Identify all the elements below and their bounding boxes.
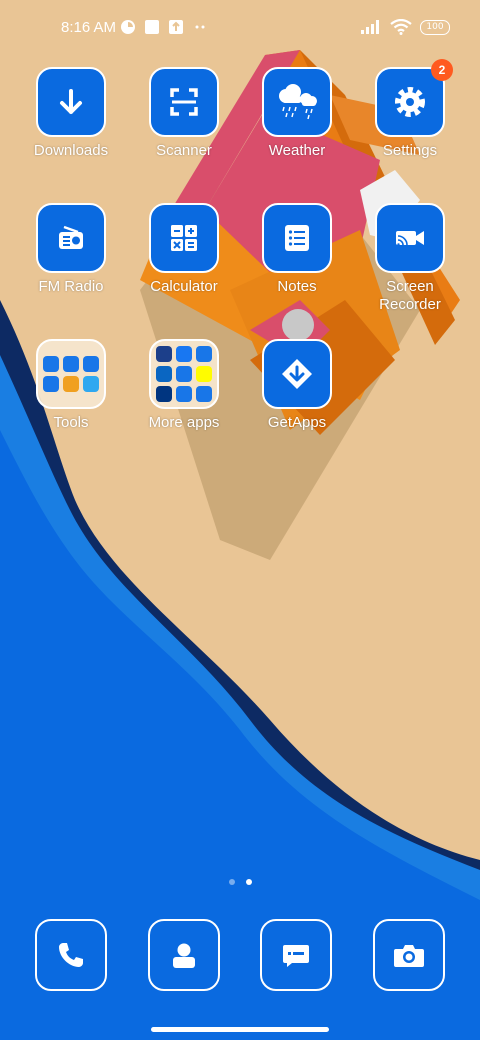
compass-icon xyxy=(63,356,79,372)
radio-icon xyxy=(59,225,83,249)
app-label: Downloads xyxy=(33,142,109,159)
app-label: Calculator xyxy=(150,278,218,295)
app-label: Settings xyxy=(382,142,438,159)
folder-preview xyxy=(43,356,99,392)
mail-icon xyxy=(43,356,59,372)
snapchat-icon xyxy=(196,366,212,382)
status-left-icons xyxy=(120,19,208,35)
app-weather[interactable]: Weather xyxy=(237,67,357,160)
video-camera-icon xyxy=(396,231,424,246)
folder-tools[interactable]: Tools xyxy=(11,339,131,432)
messages-icon xyxy=(283,945,309,967)
app-label: Notes xyxy=(277,278,317,295)
app-tile[interactable] xyxy=(262,339,332,409)
upload-icon xyxy=(169,20,183,34)
app-tile[interactable] xyxy=(36,203,106,273)
status-bar: 8:16 AM 100 xyxy=(0,0,480,56)
app-notes[interactable]: Notes xyxy=(237,203,357,296)
app-getapps[interactable]: GetApps xyxy=(237,339,357,432)
dock-contacts[interactable] xyxy=(148,919,220,991)
app-tile[interactable] xyxy=(149,67,219,137)
app-downloads[interactable]: Downloads xyxy=(11,67,131,160)
app-label: GetApps xyxy=(267,414,327,431)
facebook-icon xyxy=(176,346,192,362)
app-fm-radio[interactable]: FM Radio xyxy=(11,203,131,296)
lightbulb-icon xyxy=(43,376,59,392)
camera-icon xyxy=(394,945,424,967)
app-screen-recorder[interactable]: Screen Recorder xyxy=(350,203,470,314)
cleaner-icon xyxy=(83,376,99,392)
news-icon xyxy=(176,366,192,382)
data-saver-icon xyxy=(121,20,135,34)
app-tile[interactable] xyxy=(262,203,332,273)
linkedin-icon xyxy=(156,366,172,382)
scan-frame-icon xyxy=(170,88,198,116)
app-tile[interactable] xyxy=(262,67,332,137)
rain-cloud-icon xyxy=(279,84,317,120)
dock-camera[interactable] xyxy=(373,919,445,991)
app-label: FM Radio xyxy=(38,278,104,295)
folder-more-apps[interactable]: More apps xyxy=(124,339,244,432)
status-right-icons: 100 xyxy=(360,19,450,35)
app-tile[interactable] xyxy=(36,67,106,137)
app-label: Screen Recorder xyxy=(379,278,441,313)
getapps-diamond-icon xyxy=(282,359,312,389)
booking-icon xyxy=(156,386,172,402)
notes-list-icon xyxy=(285,225,309,251)
dock-phone[interactable] xyxy=(35,919,107,991)
contacts-icon xyxy=(173,943,195,968)
folder-tile[interactable] xyxy=(149,339,219,409)
calculator-icon xyxy=(171,225,197,251)
page-indicator xyxy=(229,879,252,885)
dock-messages[interactable] xyxy=(260,919,332,991)
notification-badge: 2 xyxy=(431,59,453,81)
app-tile[interactable]: 2 xyxy=(375,59,453,137)
checkbox-icon xyxy=(83,356,99,372)
app-scanner[interactable]: Scanner xyxy=(124,67,244,160)
app-calculator[interactable]: Calculator xyxy=(124,203,244,296)
app-notification-icon xyxy=(145,20,159,34)
download-arrow-icon xyxy=(60,89,82,114)
app-settings[interactable]: 2 Settings xyxy=(350,59,470,160)
prime-video-icon xyxy=(196,346,212,362)
home-indicator[interactable] xyxy=(151,1027,329,1032)
app-tile[interactable] xyxy=(149,203,219,273)
battery-icon: 100 xyxy=(420,19,450,35)
app-label: More apps xyxy=(148,414,220,431)
video-app-icon xyxy=(176,386,192,402)
file-manager-icon xyxy=(63,376,79,392)
more-dots-icon xyxy=(195,25,205,29)
wifi-icon xyxy=(390,19,412,35)
page-dot-active[interactable] xyxy=(246,879,252,885)
app-label: Tools xyxy=(53,414,89,431)
status-time: 8:16 AM xyxy=(61,19,117,36)
walmart-icon xyxy=(156,346,172,362)
gear-icon xyxy=(395,87,425,117)
folder-tile[interactable] xyxy=(36,339,106,409)
page-dot[interactable] xyxy=(229,879,235,885)
fitness-icon xyxy=(196,386,212,402)
app-tile[interactable] xyxy=(375,203,445,273)
phone-icon xyxy=(59,943,83,967)
app-label: Scanner xyxy=(156,142,212,159)
app-label: Weather xyxy=(268,142,326,159)
signal-icon xyxy=(361,20,379,34)
folder-preview xyxy=(156,346,212,402)
